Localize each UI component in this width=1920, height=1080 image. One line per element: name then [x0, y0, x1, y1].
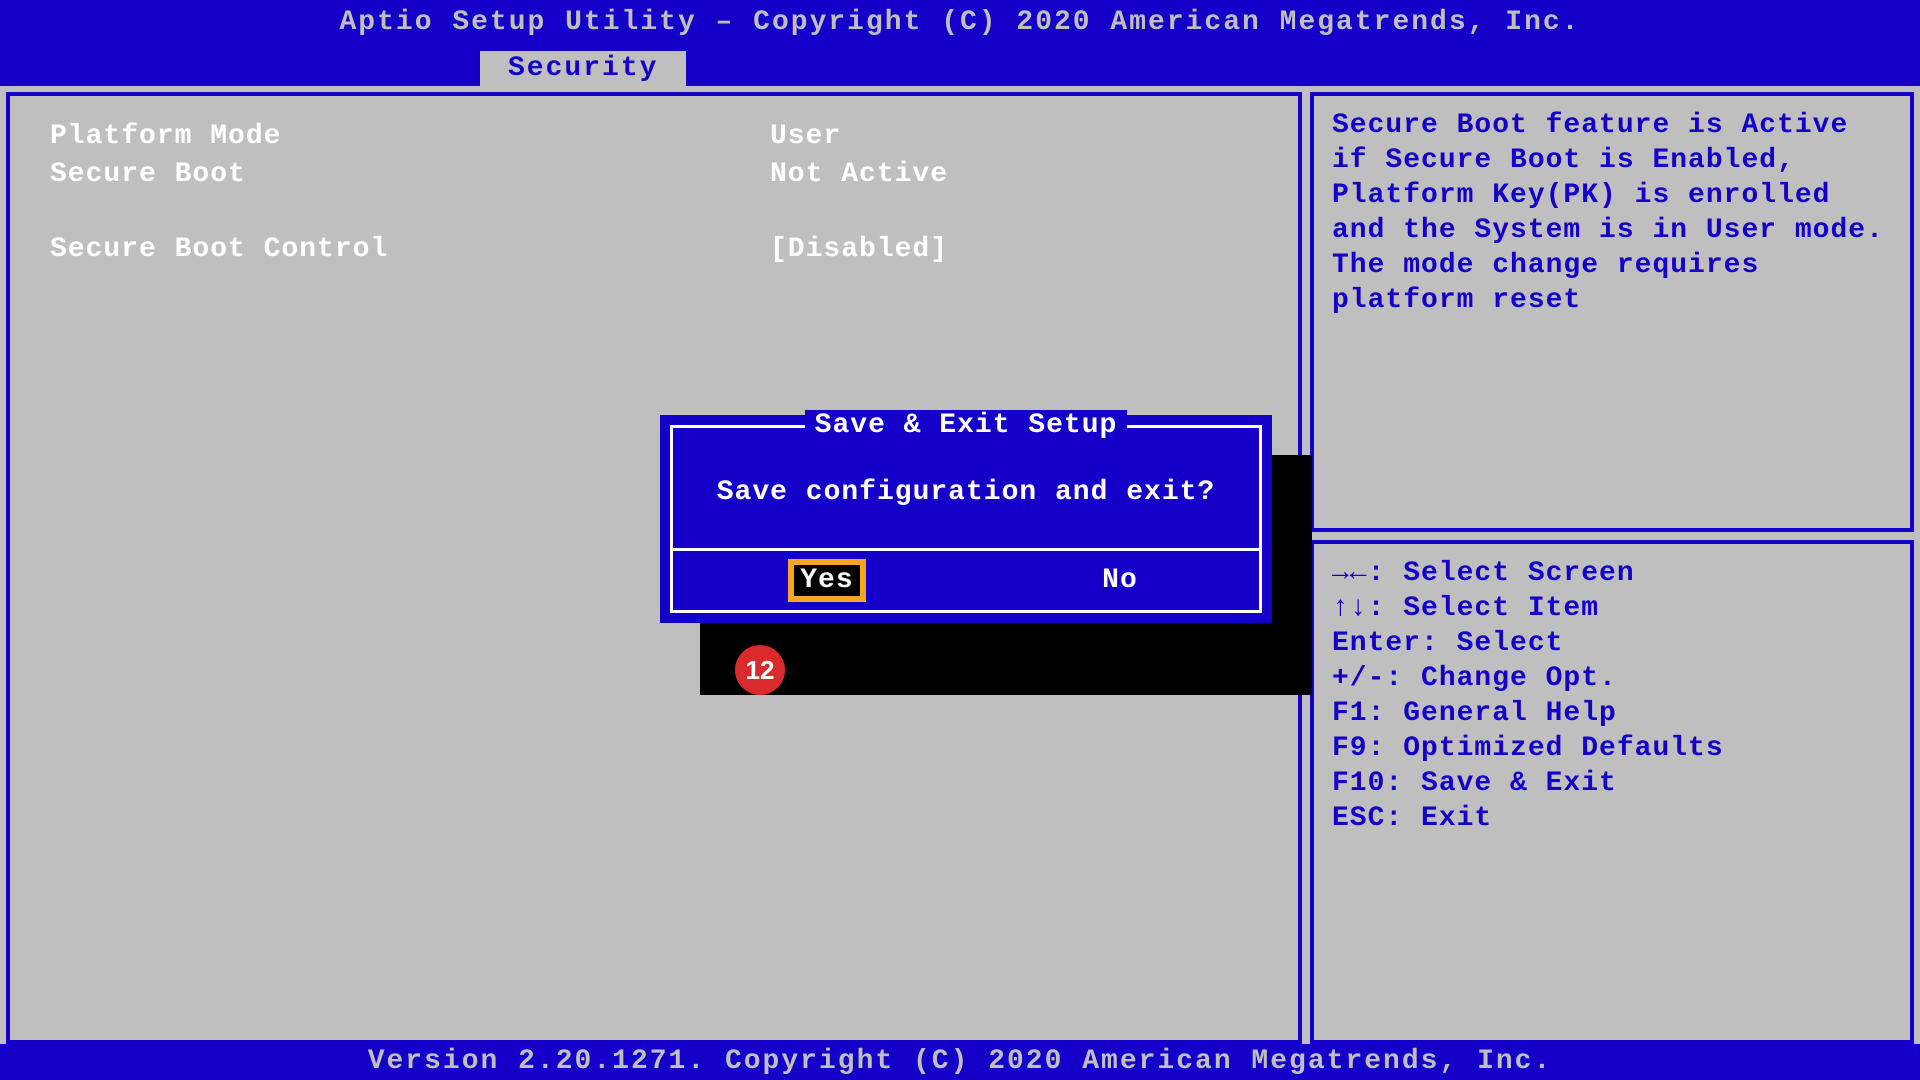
setting-value: User	[770, 118, 841, 156]
tab-security[interactable]: Security	[480, 51, 686, 86]
step-annotation: 12	[735, 645, 785, 695]
right-panel: Secure Boot feature is Active if Secure …	[1310, 92, 1914, 1044]
setting-row[interactable]: Platform Mode User	[50, 118, 1258, 156]
hint: ESC: Exit	[1332, 801, 1892, 836]
save-exit-dialog: Save & Exit Setup Save configuration and…	[660, 415, 1272, 623]
hint: →←: Select Screen	[1332, 556, 1892, 591]
dialog-message: Save configuration and exit?	[673, 447, 1259, 548]
setting-label: Secure Boot Control	[50, 231, 770, 269]
setting-label: Secure Boot	[50, 156, 770, 194]
key-hints: →←: Select Screen ↑↓: Select Item Enter:…	[1310, 540, 1914, 1044]
version-footer: Version 2.20.1271. Copyright (C) 2020 Am…	[0, 1044, 1920, 1080]
yes-button[interactable]: Yes	[794, 565, 859, 596]
hint: F1: General Help	[1332, 696, 1892, 731]
tab-bar: Security	[0, 46, 1920, 86]
setting-row[interactable]: Secure Boot Not Active	[50, 156, 1258, 194]
setting-row-spacer	[50, 194, 1258, 232]
help-text: Secure Boot feature is Active if Secure …	[1310, 92, 1914, 532]
setting-row[interactable]: Secure Boot Control [Disabled]	[50, 231, 1258, 269]
hint: ↑↓: Select Item	[1332, 591, 1892, 626]
hint: F9: Optimized Defaults	[1332, 731, 1892, 766]
bios-title: Aptio Setup Utility – Copyright (C) 2020…	[0, 0, 1920, 46]
setting-label: Platform Mode	[50, 118, 770, 156]
setting-value: Not Active	[770, 156, 948, 194]
no-button[interactable]: No	[1102, 565, 1138, 596]
setting-value: [Disabled]	[770, 231, 948, 269]
hint: F10: Save & Exit	[1332, 766, 1892, 801]
dialog-title: Save & Exit Setup	[673, 410, 1259, 441]
hint: Enter: Select	[1332, 626, 1892, 661]
hint: +/-: Change Opt.	[1332, 661, 1892, 696]
